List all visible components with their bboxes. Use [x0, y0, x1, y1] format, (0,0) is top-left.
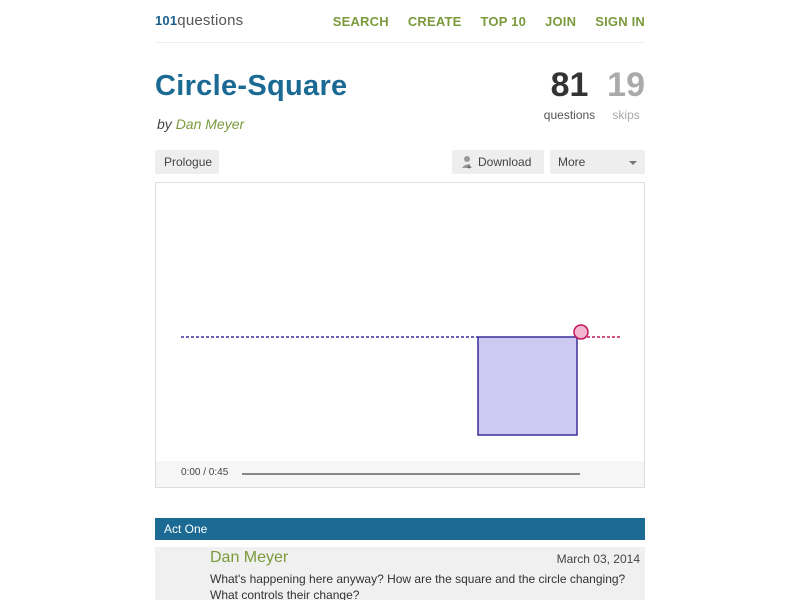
video-scrubber[interactable] [242, 473, 580, 475]
nav-join-link[interactable]: JOIN [545, 14, 576, 29]
more-label: More [558, 155, 586, 169]
nav-signin-link[interactable]: SIGN IN [595, 14, 645, 29]
nav-search-link[interactable]: SEARCH [333, 14, 389, 29]
skips-stat: 19 skips [607, 66, 645, 122]
byline: by Dan Meyer [157, 116, 244, 132]
act-one-header[interactable]: Act One [155, 518, 645, 540]
nav-create-link[interactable]: CREATE [408, 14, 462, 29]
video-controls: 0:00 / 0:45 [156, 461, 644, 487]
circle-shape [573, 324, 589, 340]
prologue-button[interactable]: Prologue [155, 150, 219, 174]
square-shape [477, 336, 578, 436]
logo-number: 101 [155, 13, 178, 28]
questions-stat: 81 questions [544, 66, 595, 122]
download-button[interactable]: Download [452, 150, 544, 174]
questions-label: questions [543, 108, 596, 122]
video-timecode: 0:00 / 0:45 [181, 467, 229, 478]
download-icon [462, 156, 472, 169]
video-frame [181, 324, 620, 436]
download-label: Download [478, 155, 532, 169]
questions-count: 81 [550, 66, 589, 104]
site-logo[interactable]: 101questions [155, 12, 243, 29]
question-title: Circle-Square [155, 70, 348, 102]
more-dropdown[interactable]: More [550, 150, 645, 174]
top-navigation-bar: 101questions SEARCH CREATE TOP 10 JOIN S… [155, 0, 645, 43]
comment-author[interactable]: Dan Meyer [210, 549, 288, 567]
logo-word: questions [177, 12, 244, 29]
page: 101questions SEARCH CREATE TOP 10 JOIN S… [0, 0, 800, 600]
comment-date: March 03, 2014 [556, 552, 640, 566]
comment-item: Dan Meyer March 03, 2014 What's happenin… [155, 547, 645, 600]
nav-top10-link[interactable]: TOP 10 [481, 14, 527, 29]
comment-text: What's happening here anyway? How are th… [210, 572, 626, 600]
main-nav: SEARCH CREATE TOP 10 JOIN SIGN IN [333, 14, 645, 29]
skips-count: 19 [607, 66, 645, 104]
author-link[interactable]: Dan Meyer [176, 116, 244, 132]
skips-label: skips [612, 108, 640, 122]
byline-prefix: by [157, 116, 172, 132]
question-stats: 81 questions 19 skips [544, 66, 645, 122]
video-player[interactable]: 0:00 / 0:45 [155, 182, 645, 488]
chevron-down-icon [629, 161, 637, 165]
main-container: 101questions SEARCH CREATE TOP 10 JOIN S… [155, 0, 645, 600]
